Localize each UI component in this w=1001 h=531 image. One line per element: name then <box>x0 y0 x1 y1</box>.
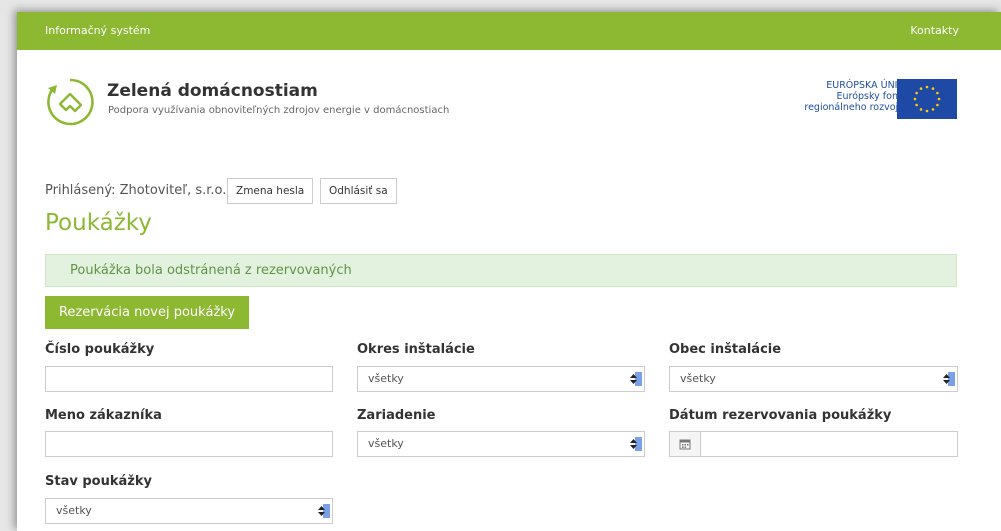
device-select[interactable]: všetky <box>357 431 645 457</box>
device-select-value: všetky <box>368 437 404 450</box>
eu-label-line3: regionálneho rozvoja <box>804 102 904 113</box>
status-label: Stav poukážky <box>45 474 152 489</box>
customer-name-label: Meno zákazníka <box>45 408 162 423</box>
status-select-value: všetky <box>56 504 92 517</box>
eu-label: EURÓPSKA ÚNIA Európsky fond regionálneho… <box>804 80 904 113</box>
eu-label-line2: Európsky fond <box>836 91 904 102</box>
voucher-number-input[interactable] <box>45 366 333 392</box>
select-arrows-icon <box>943 372 955 386</box>
house-recycle-logo-icon <box>47 78 94 126</box>
voucher-number-label: Číslo poukážky <box>45 342 155 357</box>
select-arrows-icon <box>630 372 642 386</box>
logged-user-text: Prihlásený: Zhotoviteľ, s.r.o. <box>45 183 227 198</box>
municipality-select[interactable]: všetky <box>669 366 958 392</box>
nav-contacts[interactable]: Kontakty <box>910 24 959 37</box>
site-subtitle: Podpora využívania obnoviteľných zdrojov… <box>108 105 450 116</box>
page-title: Poukážky <box>45 210 152 236</box>
district-label: Okres inštalácie <box>357 342 475 357</box>
change-password-button[interactable]: Zmena hesla <box>227 178 314 204</box>
select-arrows-icon <box>318 504 330 518</box>
top-bar: Informačný systém Kontakty <box>17 12 1001 50</box>
success-alert: Poukážka bola odstránená z rezervovaných <box>45 254 957 287</box>
device-label: Zariadenie <box>357 408 436 423</box>
district-select[interactable]: všetky <box>357 366 645 392</box>
calendar-icon <box>679 439 691 450</box>
district-select-value: všetky <box>368 372 404 385</box>
reservation-date-input[interactable] <box>669 431 958 457</box>
nav-info-system[interactable]: Informačný systém <box>45 24 150 37</box>
municipality-label: Obec inštalácie <box>669 342 782 357</box>
select-arrows-icon <box>630 437 642 451</box>
calendar-addon[interactable] <box>670 432 701 456</box>
eu-label-line1: EURÓPSKA ÚNIA <box>826 80 904 91</box>
browser-frame: Informačný systém Kontakty Zelená domácn… <box>17 12 1001 531</box>
new-voucher-reservation-button[interactable]: Rezervácia novej poukážky <box>45 296 249 329</box>
status-select[interactable]: všetky <box>45 498 333 524</box>
eu-flag-icon <box>897 79 957 119</box>
logout-button[interactable]: Odhlásiť sa <box>320 178 397 204</box>
reservation-date-label: Dátum rezervovania poukážky <box>669 408 892 423</box>
municipality-select-value: všetky <box>680 372 716 385</box>
customer-name-input[interactable] <box>45 431 333 457</box>
site-title: Zelená domácnostiam <box>107 81 318 101</box>
